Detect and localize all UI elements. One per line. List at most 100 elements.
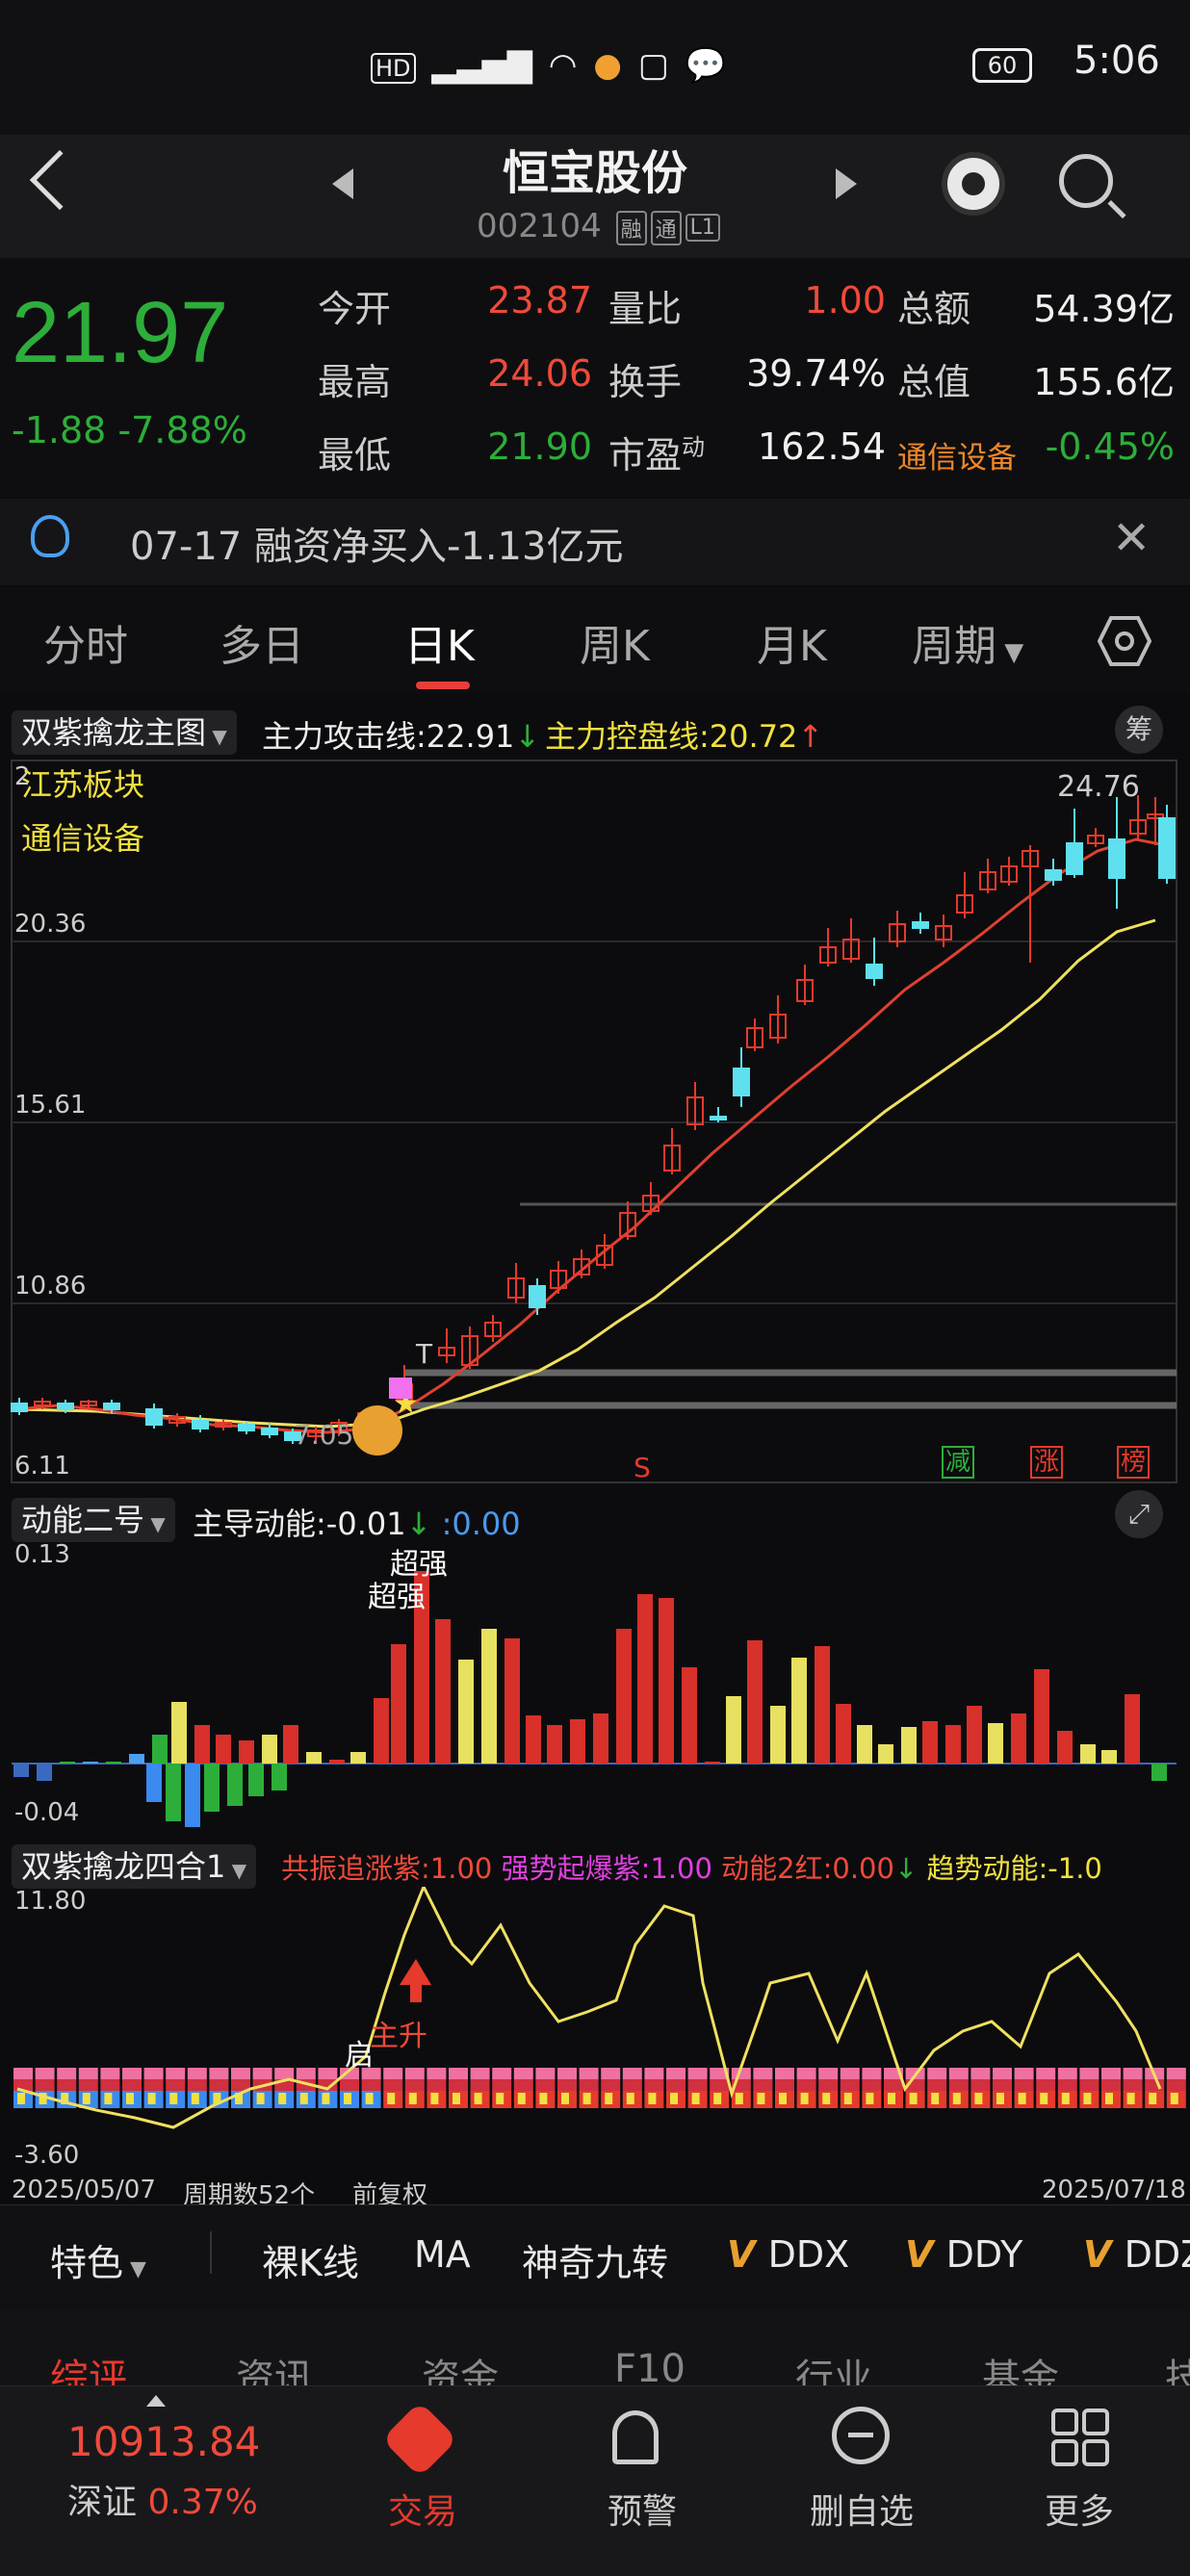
- notice-text[interactable]: 07-17 融资净买入-1.13亿元: [130, 515, 623, 571]
- index-name: 深证: [67, 2483, 138, 2522]
- collapse-arrow-icon[interactable]: [146, 2395, 166, 2407]
- band-marker: [517, 2093, 526, 2104]
- tab-monthly-k[interactable]: 月K: [757, 611, 827, 673]
- price-change: -1.88 -7.88%: [12, 409, 247, 451]
- bell-icon[interactable]: [612, 2410, 659, 2464]
- histogram-bar: [185, 1764, 200, 1827]
- main-indicator-select[interactable]: 双紫擒龙主图 ▼: [12, 708, 237, 755]
- band-red: [775, 2079, 794, 2091]
- arrow-up-icon: ↑: [797, 718, 824, 755]
- toolbar-item-ddz[interactable]: V DDZ: [1083, 2233, 1190, 2276]
- toolbar-item-bare-k[interactable]: 裸K线: [262, 2233, 359, 2286]
- dock-remove-label[interactable]: 删自选: [789, 2484, 934, 2534]
- histogram-bar: [659, 1598, 674, 1764]
- band-marker: [691, 2093, 700, 2104]
- dock-trade-label[interactable]: 交易: [350, 2484, 495, 2534]
- histogram-bar: [216, 1735, 231, 1764]
- limit-up-badge[interactable]: 涨: [1030, 1446, 1063, 1479]
- industry-change: -0.45%: [1045, 425, 1175, 468]
- wifi-icon: ◠: [548, 46, 578, 85]
- low-label: 最低: [318, 434, 392, 477]
- close-icon[interactable]: ✕: [1112, 515, 1151, 561]
- stock-code: 002104 融通 L1: [477, 207, 720, 245]
- level-tag: L1: [685, 214, 720, 242]
- reduce-badge[interactable]: 减: [942, 1446, 974, 1479]
- candle-body: [1066, 842, 1083, 875]
- sub2-y-bottom: -3.60: [14, 2141, 80, 2170]
- settings-icon[interactable]: [1098, 614, 1151, 668]
- sub1-indicator-select[interactable]: 动能二号 ▼: [12, 1496, 175, 1542]
- price-change-value: -1.88: [12, 409, 107, 451]
- chevron-down-icon: ▼: [144, 1512, 166, 1535]
- expand-icon[interactable]: ⤢: [1115, 1490, 1163, 1538]
- histogram-bar: [106, 1762, 121, 1764]
- divider: [210, 2231, 212, 2274]
- band-red: [427, 2079, 447, 2091]
- band-pink: [1036, 2068, 1056, 2079]
- battery-level: 60: [987, 52, 1018, 79]
- rising-arrow-icon: [400, 1959, 431, 2002]
- band-red: [884, 2079, 903, 2091]
- price-change-pct: -7.88%: [117, 409, 247, 451]
- index-readout[interactable]: 深证 0.37%: [67, 2474, 258, 2524]
- band-pink: [796, 2068, 816, 2079]
- histogram-bar: [204, 1764, 220, 1812]
- grid-more-icon[interactable]: [1049, 2407, 1111, 2468]
- pe-value: 162.54: [758, 425, 886, 468]
- tab-period[interactable]: 周期 ▼: [912, 611, 1023, 673]
- band-red: [361, 2079, 381, 2091]
- sub1-y-top: 0.13: [14, 1540, 70, 1569]
- histogram-bar: [481, 1629, 497, 1764]
- band-pink: [122, 2068, 142, 2079]
- band-marker: [408, 2093, 417, 2104]
- margin-tag: 融: [615, 210, 647, 245]
- index-value[interactable]: 10913.84: [67, 2418, 260, 2465]
- toolbar-item-ddx[interactable]: V DDX: [727, 2233, 849, 2276]
- search-icon[interactable]: [1059, 154, 1113, 208]
- kline-chart[interactable]: ★: [0, 759, 1190, 1486]
- toolbar-item-ma[interactable]: MA: [414, 2233, 471, 2276]
- index-change: 0.37%: [147, 2483, 258, 2522]
- ranking-badge[interactable]: 榜: [1117, 1446, 1150, 1479]
- special-dropdown[interactable]: 特色 ▼: [50, 2233, 146, 2286]
- super-strong-label: 超强: [368, 1581, 426, 1614]
- band-pink: [231, 2068, 250, 2079]
- sub1-indicator-name: 动能二号: [21, 1502, 145, 1538]
- band-pink: [840, 2068, 860, 2079]
- band-marker: [974, 2093, 983, 2104]
- band-marker: [169, 2093, 178, 2104]
- tab-daily-k[interactable]: 日K: [404, 611, 475, 673]
- tab-intraday[interactable]: 分时: [43, 611, 128, 673]
- band-red: [1101, 2079, 1121, 2091]
- tab-period-label: 周期: [912, 622, 996, 671]
- band-marker: [126, 2093, 134, 2104]
- dock-more-label[interactable]: 更多: [1007, 2484, 1151, 2534]
- band-red: [1145, 2079, 1165, 2091]
- band-marker: [713, 2093, 722, 2104]
- sector-label: 江苏板块: [21, 766, 145, 803]
- assistant-icon[interactable]: [942, 152, 1005, 216]
- dock-alert-label[interactable]: 预警: [570, 2484, 714, 2534]
- band-marker: [299, 2093, 308, 2104]
- arrow-down-icon: ↓: [514, 718, 541, 755]
- band-red: [78, 2079, 98, 2091]
- special-label: 特色: [50, 2242, 124, 2284]
- band-red: [143, 2079, 164, 2091]
- sub2-indicator-select[interactable]: 双紫擒龙四合1 ▼: [12, 1842, 257, 1889]
- chip-distribution-button[interactable]: 筹: [1115, 706, 1163, 754]
- toolbar-item-nine-turn[interactable]: 神奇九转: [522, 2233, 668, 2286]
- candle-body: [866, 964, 883, 979]
- tab-multiday[interactable]: 多日: [220, 611, 304, 673]
- tab-weekly-k[interactable]: 周K: [580, 611, 650, 673]
- histogram-bar: [166, 1764, 181, 1821]
- control-line-value: 20.72: [709, 718, 798, 755]
- histogram-bar: [60, 1762, 75, 1764]
- band-pink: [383, 2068, 403, 2079]
- band-pink: [622, 2068, 642, 2079]
- histogram-bar: [129, 1754, 144, 1764]
- histogram-bars: [13, 1571, 1167, 1827]
- remove-favorite-icon[interactable]: [832, 2407, 890, 2464]
- industry-label[interactable]: 通信设备: [897, 433, 1017, 477]
- toolbar-item-ddy[interactable]: V DDY: [905, 2233, 1022, 2276]
- momentum-red-label: 动能2红:: [721, 1852, 833, 1885]
